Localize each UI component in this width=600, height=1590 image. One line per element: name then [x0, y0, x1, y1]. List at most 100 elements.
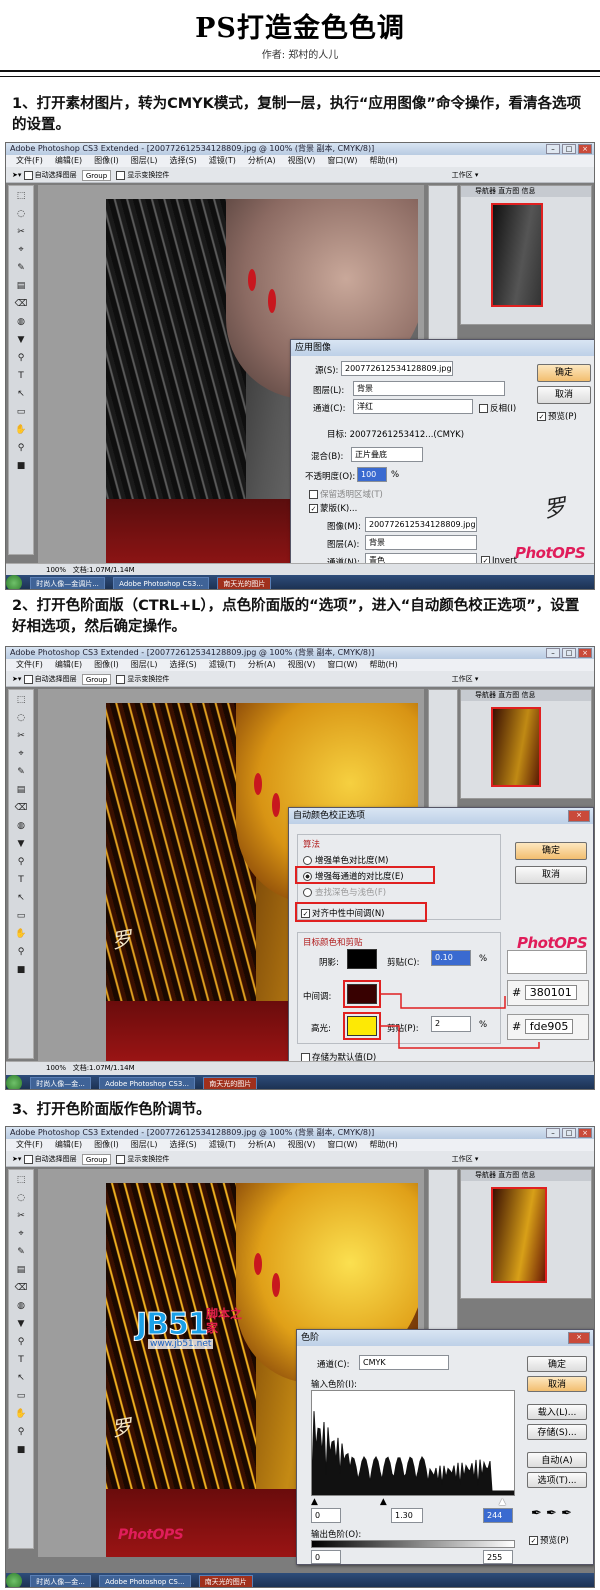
- tool-icon[interactable]: ✎: [12, 260, 30, 276]
- navigator-thumbnail[interactable]: [491, 1187, 547, 1283]
- tool-icon[interactable]: ✂: [12, 224, 30, 240]
- tool-icon[interactable]: ▭: [12, 404, 30, 420]
- opacity-input[interactable]: 100: [357, 467, 387, 482]
- gray-eyedropper-icon[interactable]: ✒: [546, 1506, 557, 1521]
- ok-button[interactable]: 确定: [527, 1356, 587, 1372]
- tool-icon[interactable]: ⚲: [12, 944, 30, 960]
- mask-checkbox[interactable]: ✓ 蒙版(K)...: [309, 502, 357, 514]
- blend-select[interactable]: 正片叠底: [351, 447, 423, 462]
- menu-item[interactable]: 滤镜(T): [209, 660, 236, 669]
- ok-button[interactable]: 确定: [537, 364, 591, 382]
- output-white[interactable]: 255: [483, 1550, 513, 1564]
- menu-item[interactable]: 编辑(E): [55, 660, 82, 669]
- tool-icon[interactable]: ▼: [12, 1316, 30, 1332]
- save-button[interactable]: 存储(S)...: [527, 1424, 587, 1440]
- tab-info[interactable]: 信息: [521, 691, 535, 699]
- tool-icon[interactable]: ⚲: [12, 1424, 30, 1440]
- input-white[interactable]: 244: [483, 1508, 513, 1523]
- menu-item[interactable]: 文件(F): [16, 1140, 43, 1149]
- output-gradient[interactable]: [311, 1540, 515, 1548]
- taskbar-item[interactable]: 时尚人像—金...: [30, 1076, 91, 1089]
- tool-icon[interactable]: T: [12, 872, 30, 888]
- workspace-menu[interactable]: 工作区 ▾: [452, 1155, 479, 1163]
- tool-icon[interactable]: ◌: [12, 1190, 30, 1206]
- move-tool-icon[interactable]: ➤▾: [12, 675, 21, 683]
- tool-icon[interactable]: ✋: [12, 422, 30, 438]
- menu-item[interactable]: 视图(V): [288, 156, 316, 165]
- menu-item[interactable]: 分析(A): [248, 660, 276, 669]
- tab-histogram[interactable]: 直方图: [498, 187, 519, 195]
- tool-icon[interactable]: ⌫: [12, 800, 30, 816]
- tool-icon[interactable]: ⌖: [12, 1226, 30, 1242]
- white-eyedropper-icon[interactable]: ✒: [561, 1506, 572, 1521]
- tab-info[interactable]: 信息: [521, 187, 535, 195]
- workspace-menu[interactable]: 工作区 ▾: [452, 171, 479, 179]
- tool-icon[interactable]: ▼: [12, 836, 30, 852]
- menu-item[interactable]: 分析(A): [248, 156, 276, 165]
- tool-icon[interactable]: ✎: [12, 764, 30, 780]
- menu-item[interactable]: 文件(F): [16, 156, 43, 165]
- group-select[interactable]: Group: [81, 169, 112, 181]
- move-tool-icon[interactable]: ➤▾: [12, 171, 21, 179]
- menu-item[interactable]: 选择(S): [169, 660, 196, 669]
- close-button[interactable]: ×: [578, 648, 592, 658]
- menu-item[interactable]: 窗口(W): [327, 156, 357, 165]
- tool-icon[interactable]: ✂: [12, 728, 30, 744]
- menu-item[interactable]: 窗口(W): [327, 1140, 357, 1149]
- tool-icon[interactable]: ✋: [12, 1406, 30, 1422]
- auto-button[interactable]: 自动(A): [527, 1452, 587, 1468]
- group-select[interactable]: Group: [81, 673, 112, 685]
- tool-icon[interactable]: T: [12, 368, 30, 384]
- tool-icon[interactable]: ■: [12, 1442, 30, 1458]
- taskbar-item[interactable]: 南天光的图片: [203, 1076, 258, 1089]
- tab-navigator[interactable]: 导航器: [475, 691, 496, 699]
- menu-item[interactable]: 视图(V): [288, 1140, 316, 1149]
- menu-item[interactable]: 图层(L): [131, 660, 158, 669]
- tool-icon[interactable]: ▼: [12, 332, 30, 348]
- tool-icon[interactable]: ⬚: [12, 692, 30, 708]
- tool-icon[interactable]: ⚲: [12, 350, 30, 366]
- menu-item[interactable]: 图像(I): [94, 156, 119, 165]
- navigator-thumbnail[interactable]: [491, 203, 543, 307]
- start-button[interactable]: [6, 1075, 22, 1089]
- input-gamma[interactable]: 1.30: [391, 1508, 423, 1523]
- minimize-button[interactable]: –: [546, 648, 560, 658]
- source-select[interactable]: 2007726125341288​09.jpg: [341, 361, 453, 376]
- preserve-transparency-checkbox[interactable]: 保留透明区域(T): [309, 488, 383, 500]
- input-sliders[interactable]: ▲ ▲ ▲: [311, 1498, 515, 1507]
- tool-icon[interactable]: ↖: [12, 1370, 30, 1386]
- tool-icon[interactable]: ⚲: [12, 854, 30, 870]
- menu-item[interactable]: 图层(L): [131, 1140, 158, 1149]
- show-transform-checkbox[interactable]: [116, 170, 126, 180]
- tool-icon[interactable]: ⬚: [12, 188, 30, 204]
- tool-icon[interactable]: ⬚: [12, 1172, 30, 1188]
- menu-item[interactable]: 窗口(W): [327, 660, 357, 669]
- menu-item[interactable]: 编辑(E): [55, 156, 82, 165]
- invert-checkbox[interactable]: 反相(I): [479, 402, 516, 414]
- menu-item[interactable]: 图像(I): [94, 660, 119, 669]
- menu-item[interactable]: 滤镜(T): [209, 156, 236, 165]
- show-transform-checkbox[interactable]: [116, 674, 126, 684]
- tool-icon[interactable]: ◌: [12, 206, 30, 222]
- output-black[interactable]: 0: [311, 1550, 341, 1564]
- tool-icon[interactable]: ⚲: [12, 440, 30, 456]
- tool-icon[interactable]: ▤: [12, 278, 30, 294]
- start-button[interactable]: [6, 575, 22, 589]
- tool-icon[interactable]: ⌫: [12, 296, 30, 312]
- tool-icon[interactable]: ⚲: [12, 1334, 30, 1350]
- auto-select-checkbox[interactable]: [23, 674, 33, 684]
- load-button[interactable]: 载入(L)...: [527, 1404, 587, 1420]
- taskbar-item[interactable]: 时尚人像—金调片...: [30, 576, 105, 589]
- tool-icon[interactable]: ◌: [12, 710, 30, 726]
- tool-icon[interactable]: ✎: [12, 1244, 30, 1260]
- tool-icon[interactable]: ▤: [12, 782, 30, 798]
- options-button[interactable]: 选项(T)...: [527, 1472, 587, 1488]
- menu-item[interactable]: 选择(S): [169, 1140, 196, 1149]
- tool-icon[interactable]: ▭: [12, 1388, 30, 1404]
- close-button[interactable]: ×: [578, 144, 592, 154]
- maximize-button[interactable]: □: [562, 144, 576, 154]
- input-black[interactable]: 0: [311, 1508, 341, 1523]
- cancel-button[interactable]: 取消: [537, 386, 591, 404]
- channel-select[interactable]: CMYK: [359, 1355, 449, 1370]
- menu-item[interactable]: 编辑(E): [55, 1140, 82, 1149]
